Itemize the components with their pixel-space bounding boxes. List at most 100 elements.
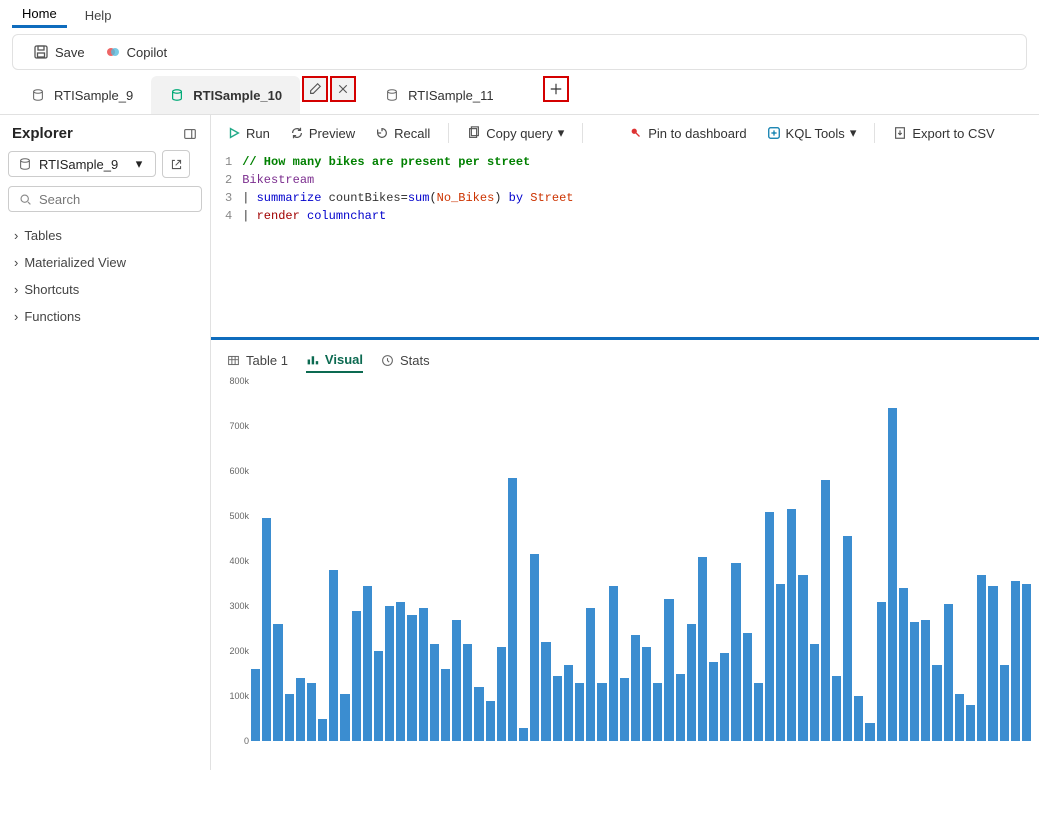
bar[interactable] xyxy=(553,676,562,741)
save-button[interactable]: Save xyxy=(25,40,93,64)
result-tab-table[interactable]: Table 1 xyxy=(227,349,288,372)
edit-tab-button[interactable] xyxy=(302,76,328,102)
bar[interactable] xyxy=(676,674,685,742)
bar[interactable] xyxy=(541,642,550,741)
tree-matviews[interactable]: ›Materialized View xyxy=(8,249,202,276)
copy-query-button[interactable]: Copy query▾ xyxy=(461,121,570,145)
file-tab-rtisample9[interactable]: RTISample_9 xyxy=(12,76,151,114)
bar[interactable] xyxy=(1022,584,1031,742)
panel-collapse-icon[interactable] xyxy=(182,126,198,142)
run-button[interactable]: Run xyxy=(221,122,276,145)
bar[interactable] xyxy=(564,665,573,742)
bar[interactable] xyxy=(396,602,405,742)
bar[interactable] xyxy=(329,570,338,741)
file-tab-rtisample11[interactable]: RTISample_11 xyxy=(366,76,512,114)
copilot-button[interactable]: Copilot xyxy=(97,40,175,64)
bar[interactable] xyxy=(318,719,327,742)
bar[interactable] xyxy=(743,633,752,741)
result-tab-visual[interactable]: Visual xyxy=(306,348,363,373)
add-tab-button[interactable] xyxy=(543,76,569,102)
tree-shortcuts[interactable]: ›Shortcuts xyxy=(8,276,202,303)
bar[interactable] xyxy=(486,701,495,742)
bar[interactable] xyxy=(944,604,953,741)
bar[interactable] xyxy=(430,644,439,741)
bar[interactable] xyxy=(530,554,539,741)
bar[interactable] xyxy=(798,575,807,742)
close-tab-button[interactable] xyxy=(330,76,356,102)
bar[interactable] xyxy=(832,676,841,741)
bar[interactable] xyxy=(497,647,506,742)
bar[interactable] xyxy=(754,683,763,742)
bar[interactable] xyxy=(452,620,461,742)
file-tab-rtisample10[interactable]: RTISample_10 xyxy=(151,76,300,114)
bar[interactable] xyxy=(787,509,796,741)
bar[interactable] xyxy=(776,584,785,742)
bar[interactable] xyxy=(854,696,863,741)
bar[interactable] xyxy=(374,651,383,741)
bar[interactable] xyxy=(519,728,528,742)
bar[interactable] xyxy=(731,563,740,741)
db-selector[interactable]: RTISample_9 ▾ xyxy=(8,151,156,177)
bar[interactable] xyxy=(843,536,852,741)
editor-code[interactable]: // How many bikes are present per street… xyxy=(242,153,573,225)
bar[interactable] xyxy=(821,480,830,741)
bar[interactable] xyxy=(932,665,941,742)
tree-functions[interactable]: ›Functions xyxy=(8,303,202,330)
bar[interactable] xyxy=(262,518,271,741)
result-tab-stats[interactable]: Stats xyxy=(381,349,430,372)
bar[interactable] xyxy=(407,615,416,741)
bar[interactable] xyxy=(307,683,316,742)
bar[interactable] xyxy=(977,575,986,742)
bar[interactable] xyxy=(441,669,450,741)
kql-tools-button[interactable]: KQL Tools▾ xyxy=(761,121,863,145)
bar[interactable] xyxy=(575,683,584,742)
pin-dashboard-button[interactable]: Pin to dashboard xyxy=(623,122,752,145)
bar[interactable] xyxy=(653,683,662,742)
bar[interactable] xyxy=(955,694,964,741)
bar[interactable] xyxy=(765,512,774,742)
open-external-button[interactable] xyxy=(162,150,190,178)
bar[interactable] xyxy=(966,705,975,741)
bar[interactable] xyxy=(273,624,282,741)
bar[interactable] xyxy=(877,602,886,742)
bar[interactable] xyxy=(474,687,483,741)
recall-button[interactable]: Recall xyxy=(369,122,436,145)
tree-tables[interactable]: ›Tables xyxy=(8,222,202,249)
bar[interactable] xyxy=(642,647,651,742)
bar[interactable] xyxy=(352,611,361,742)
bar[interactable] xyxy=(419,608,428,741)
bar[interactable] xyxy=(285,694,294,741)
bar[interactable] xyxy=(296,678,305,741)
bar[interactable] xyxy=(463,644,472,741)
bar[interactable] xyxy=(586,608,595,741)
bar[interactable] xyxy=(340,694,349,741)
bar[interactable] xyxy=(865,723,874,741)
bar[interactable] xyxy=(988,586,997,741)
bar[interactable] xyxy=(597,683,606,742)
search-input[interactable]: Search xyxy=(8,186,202,212)
bar[interactable] xyxy=(687,624,696,741)
bar[interactable] xyxy=(709,662,718,741)
bar[interactable] xyxy=(888,408,897,741)
bar[interactable] xyxy=(631,635,640,741)
export-csv-button[interactable]: Export to CSV xyxy=(887,122,1000,145)
bar[interactable] xyxy=(698,557,707,742)
bar[interactable] xyxy=(508,478,517,741)
bar[interactable] xyxy=(921,620,930,742)
bar[interactable] xyxy=(620,678,629,741)
query-editor[interactable]: 1234 // How many bikes are present per s… xyxy=(211,151,1039,227)
bar[interactable] xyxy=(363,586,372,741)
bar[interactable] xyxy=(251,669,260,741)
top-tab-home[interactable]: Home xyxy=(12,2,67,28)
bar[interactable] xyxy=(720,653,729,741)
bar[interactable] xyxy=(1011,581,1020,741)
bar[interactable] xyxy=(664,599,673,741)
preview-button[interactable]: Preview xyxy=(284,122,361,145)
bar[interactable] xyxy=(810,644,819,741)
bar[interactable] xyxy=(1000,665,1009,742)
bar[interactable] xyxy=(609,586,618,741)
top-tab-help[interactable]: Help xyxy=(75,4,122,27)
bar[interactable] xyxy=(899,588,908,741)
bar[interactable] xyxy=(910,622,919,741)
bar[interactable] xyxy=(385,606,394,741)
